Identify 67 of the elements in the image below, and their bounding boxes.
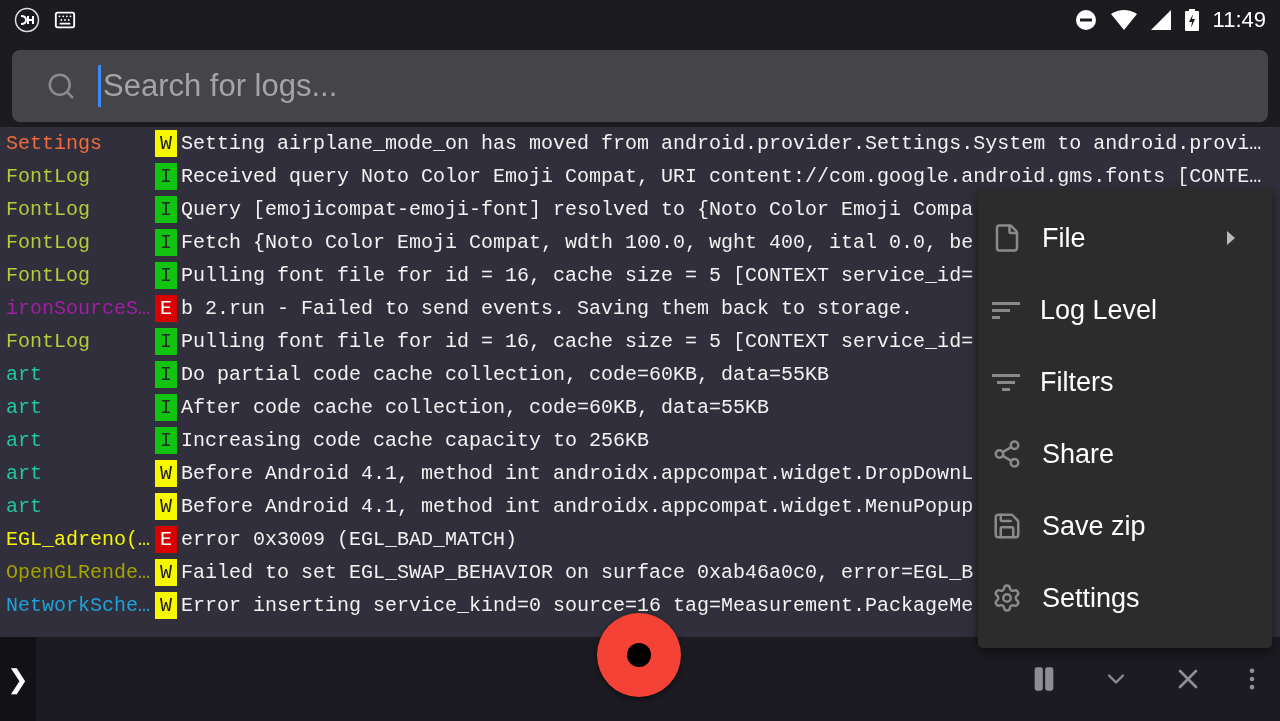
log-message: Received query Noto Color Emoji Compat, URI content://com.google.android.gms.fonts [CONTE…: [181, 165, 1262, 188]
save-icon: [992, 511, 1022, 541]
signal-icon: [1150, 10, 1171, 30]
log-tag: art: [0, 363, 155, 386]
log-message: Increasing code cache capacity to 256KB: [181, 429, 650, 452]
share-icon: [992, 439, 1022, 469]
text-cursor: [98, 65, 101, 107]
log-message: Pulling font file for id = 16, cache size = 5 [CONTEXT service_id=: [181, 330, 974, 353]
log-tag: FontLog: [0, 330, 155, 353]
expand-button[interactable]: ❯: [0, 637, 36, 721]
search-input[interactable]: Search for logs...: [101, 67, 1268, 105]
battery-icon: [1184, 9, 1199, 31]
menu-item[interactable]: Save zip: [978, 490, 1272, 562]
log-message: Failed to set EGL_SWAP_BEHAVIOR on surface 0xab46a0c0, error=EGL_B: [181, 561, 974, 584]
log-tag: art: [0, 462, 155, 485]
log-tag: art: [0, 396, 155, 419]
log-level-badge: W: [155, 130, 177, 157]
log-tag: OpenGLRende…: [0, 561, 155, 584]
menu-item[interactable]: Share: [978, 418, 1272, 490]
log-level-badge: W: [155, 592, 177, 619]
log-message: Before Android 4.1, method int androidx.appcompat.widget.MenuPopup: [181, 495, 974, 518]
log-message: Query [emojicompat-emoji-font] resolved to {Noto Color Emoji Compa: [181, 198, 974, 221]
log-tag: FontLog: [0, 264, 155, 287]
record-icon: [627, 643, 651, 667]
clock: 11:49: [1212, 7, 1266, 33]
log-level-badge: I: [155, 427, 177, 454]
search-icon: [46, 71, 76, 101]
menu-item[interactable]: Settings: [978, 562, 1272, 634]
log-level-badge: I: [155, 229, 177, 256]
log-level-badge: I: [155, 196, 177, 223]
log-level-badge: I: [155, 361, 177, 388]
log-message: Setting airplane_mode_on has moved from android.provider.Settings.System to android.provi…: [181, 132, 1262, 155]
log-level-badge: W: [155, 493, 177, 520]
log-level-badge: W: [155, 460, 177, 487]
do-not-disturb-icon: [1074, 9, 1097, 31]
log-level-badge: I: [155, 163, 177, 190]
wifi-icon: [1110, 10, 1137, 30]
logo-icon: [14, 7, 40, 33]
log-message: Error inserting service_kind=0 source=16 tag=Measurement.PackageMe: [181, 594, 974, 617]
log-tag: EGL_adreno(…: [0, 528, 155, 551]
log-message: Before Android 4.1, method int androidx.appcompat.widget.DropDownL: [181, 462, 974, 485]
log-message: Pulling font file for id = 16, cache size = 5 [CONTEXT service_id=: [181, 264, 974, 287]
menu-item[interactable]: Filters: [978, 346, 1272, 418]
log-tag: NetworkSche…: [0, 594, 155, 617]
log-tag: ironSourceS…: [0, 297, 155, 320]
log-tag: Settings: [0, 132, 155, 155]
log-message: b 2.run - Failed to send events. Saving them back to storage.: [181, 297, 914, 320]
log-message: error 0x3009 (EGL_BAD_MATCH): [181, 528, 518, 551]
log-message: After code cache collection, code=60KB, data=55KB: [181, 396, 770, 419]
menu-item[interactable]: Log Level: [978, 274, 1272, 346]
keyboard-icon: [54, 9, 76, 31]
log-level-badge: I: [155, 394, 177, 421]
log-message: Do partial code cache collection, code=60KB, data=55KB: [181, 363, 830, 386]
menu-item[interactable]: File: [978, 202, 1272, 274]
log-tag: art: [0, 495, 155, 518]
log-level-badge: I: [155, 328, 177, 355]
log-level-badge: W: [155, 559, 177, 586]
log-tag: FontLog: [0, 231, 155, 254]
log-tag: art: [0, 429, 155, 452]
log-level-badge: E: [155, 526, 177, 553]
settings-icon: [992, 583, 1022, 613]
search-bar[interactable]: Search for logs...: [12, 50, 1268, 122]
log-tag: FontLog: [0, 165, 155, 188]
log-level-badge: E: [155, 295, 177, 322]
log-level-badge: I: [155, 262, 177, 289]
log-message: Fetch {Noto Color Emoji Compat, wdth 100.0, wght 400, ital 0.0, be: [181, 231, 974, 254]
log-tag: FontLog: [0, 198, 155, 221]
